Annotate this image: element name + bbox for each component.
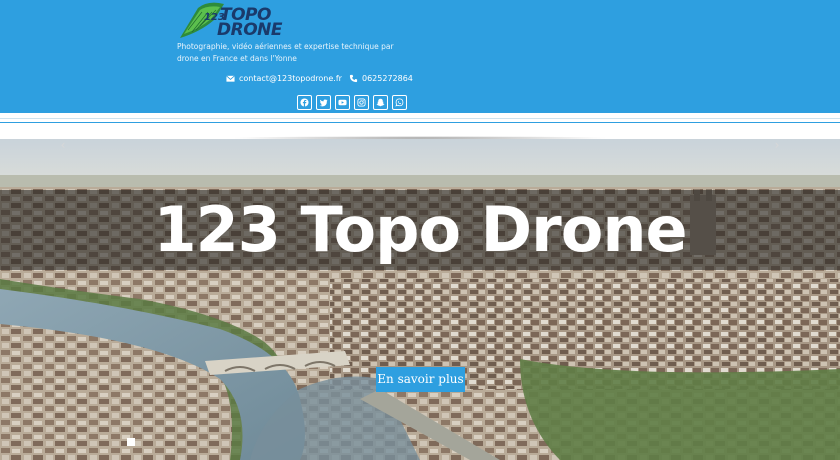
whatsapp-icon (395, 98, 404, 107)
hero-aerial-photo (0, 139, 840, 460)
email-text: contact@123topodrone.fr (239, 74, 342, 83)
facebook-link[interactable] (297, 95, 312, 110)
logo-text-drone: DRONE (217, 20, 283, 40)
twitter-link[interactable] (316, 95, 331, 110)
youtube-icon (338, 99, 347, 106)
site-tagline: Photographie, vidéo aériennes et experti… (177, 42, 394, 63)
whatsapp-link[interactable] (392, 95, 407, 110)
learn-more-button[interactable]: En savoir plus (376, 367, 465, 392)
slider-prev-button[interactable]: ‹ (56, 139, 70, 152)
hero-title: 123 Topo Drone (153, 193, 687, 266)
social-links (297, 95, 407, 110)
phone-link[interactable]: 0625272864 (349, 74, 413, 83)
youtube-link[interactable] (335, 95, 350, 110)
instagram-link[interactable] (354, 95, 369, 110)
facebook-icon (300, 98, 309, 107)
hero-slider: ‹ › 123 Topo Drone En savoir plus (0, 139, 840, 460)
instagram-icon (357, 98, 366, 107)
envelope-icon (226, 75, 235, 82)
snapchat-link[interactable] (373, 95, 388, 110)
divider-line-light (0, 118, 840, 119)
phone-text: 0625272864 (362, 74, 413, 83)
phone-icon (349, 74, 358, 83)
snapchat-icon (376, 98, 385, 107)
slider-next-button[interactable]: › (770, 139, 784, 152)
twitter-icon (319, 99, 328, 107)
slider-indicator-dot[interactable] (127, 438, 135, 446)
site-header: 123 TOPO DRONE Photographie, vidéo aérie… (0, 0, 840, 113)
divider-line-blue (0, 122, 840, 123)
email-link[interactable]: contact@123topodrone.fr (226, 74, 342, 83)
